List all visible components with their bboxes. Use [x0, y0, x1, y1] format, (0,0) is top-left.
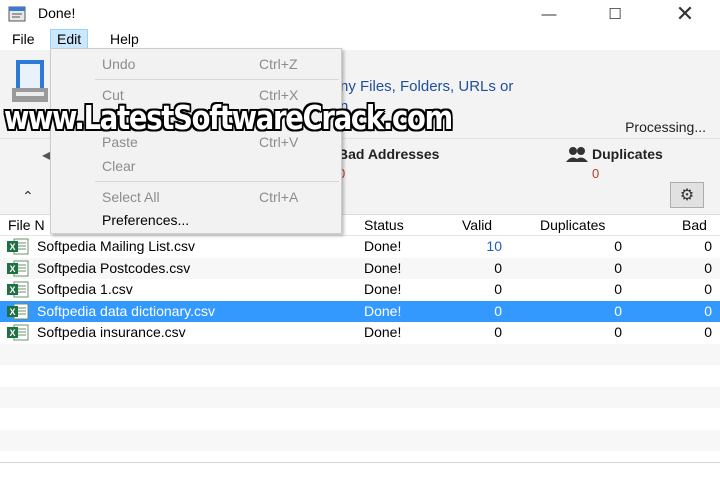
duplicates-count-cell: 0: [614, 238, 622, 254]
excel-file-icon: X: [7, 303, 29, 320]
svg-text:X: X: [9, 264, 15, 274]
empty-row: [0, 365, 720, 387]
maximize-button[interactable]: ☐: [592, 0, 638, 28]
bad-addresses-label: Bad Addresses: [338, 146, 440, 162]
title-bar: Done! — ☐ ✕: [0, 0, 720, 28]
menu-select-all-shortcut: Ctrl+A: [259, 189, 299, 205]
watermark-text: www.LatestSoftwareCrack.com: [4, 98, 453, 137]
svg-text:X: X: [9, 307, 15, 317]
duplicates-count: 0: [592, 166, 600, 181]
status-cell: Done!: [364, 259, 402, 276]
menu-file[interactable]: File: [6, 29, 41, 49]
menu-preferences-label: Preferences...: [102, 212, 190, 228]
svg-text:X: X: [9, 242, 15, 252]
duplicates-label: Duplicates: [592, 146, 663, 162]
collapse-chevron-icon[interactable]: ⌃: [22, 188, 34, 205]
settings-button[interactable]: ⚙: [670, 182, 704, 208]
column-bad[interactable]: Bad: [682, 217, 707, 233]
menu-separator: [95, 79, 339, 80]
valid-count-cell: 0: [494, 302, 502, 319]
bad-count-cell: 0: [704, 324, 712, 340]
edit-menu-dropdown: Undo Ctrl+Z Cut Ctrl+X Paste Ctrl+V Clea…: [50, 48, 342, 234]
menu-select-all-label: Select All: [102, 189, 160, 205]
menu-undo-label: Undo: [102, 56, 136, 72]
status-cell: Done!: [364, 238, 402, 254]
close-button[interactable]: ✕: [662, 0, 708, 28]
menu-undo[interactable]: Undo Ctrl+Z: [51, 53, 341, 75]
menu-select-all[interactable]: Select All Ctrl+A: [51, 186, 341, 208]
table-row[interactable]: X Softpedia insurance.csv Done! 0 0 0: [0, 322, 720, 344]
users-icon: [566, 147, 588, 162]
column-file-name[interactable]: File N: [8, 217, 45, 233]
table-row[interactable]: X Softpedia Mailing List.csv Done! 10 0 0: [0, 236, 720, 258]
menu-separator: [95, 181, 339, 182]
excel-file-icon: X: [7, 260, 29, 277]
column-duplicates[interactable]: Duplicates: [540, 217, 605, 233]
empty-row: [0, 408, 720, 430]
excel-file-icon: X: [7, 324, 29, 341]
file-name-cell: Softpedia 1.csv: [37, 281, 133, 297]
menu-bar: File Edit Help: [0, 28, 720, 50]
duplicates-count-cell: 0: [614, 281, 622, 297]
valid-count-cell: 10: [486, 238, 502, 254]
menu-clear[interactable]: Clear: [51, 155, 341, 177]
column-valid[interactable]: Valid: [462, 217, 492, 233]
menu-preferences[interactable]: Preferences...: [51, 209, 341, 231]
duplicates-header: Duplicates: [566, 146, 663, 162]
status-cell: Done!: [364, 324, 402, 340]
bad-count-cell: 0: [704, 259, 712, 276]
menu-help[interactable]: Help: [104, 29, 145, 49]
bad-count-cell: 0: [704, 281, 712, 297]
svg-text:X: X: [9, 285, 15, 295]
results-table: File N Status Valid Duplicates Bad X Soft…: [0, 215, 720, 473]
bad-count-cell: 0: [704, 238, 712, 254]
menu-clear-label: Clear: [102, 158, 136, 174]
empty-row: [0, 429, 720, 451]
menu-undo-shortcut: Ctrl+Z: [259, 56, 298, 72]
app-icon: [8, 6, 26, 22]
table-row[interactable]: X Softpedia Postcodes.csv Done! 0 0 0: [0, 257, 720, 279]
file-name-cell: Softpedia Mailing List.csv: [37, 238, 195, 254]
status-cell: Done!: [364, 302, 402, 319]
column-status[interactable]: Status: [364, 217, 404, 233]
excel-file-icon: X: [7, 238, 29, 255]
empty-row: [0, 343, 720, 365]
minimize-button[interactable]: —: [526, 0, 572, 28]
duplicates-count-cell: 0: [614, 302, 622, 319]
empty-row: [0, 386, 720, 408]
window-title: Done!: [38, 5, 76, 21]
file-name-cell: Softpedia insurance.csv: [37, 324, 186, 340]
processing-status: Processing...: [625, 119, 706, 135]
duplicates-count-cell: 0: [614, 324, 622, 340]
status-cell: Done!: [364, 281, 402, 297]
valid-count-cell: 0: [494, 281, 502, 297]
drop-instructions[interactable]: ny Files, Folders, URLs or: [340, 78, 513, 95]
file-name-cell: Softpedia data dictionary.csv: [37, 302, 215, 319]
table-row[interactable]: X Softpedia 1.csv Done! 0 0 0: [0, 279, 720, 301]
menu-edit[interactable]: Edit: [50, 29, 89, 49]
file-name-cell: Softpedia Postcodes.csv: [37, 259, 191, 276]
table-row[interactable]: X Softpedia data dictionary.csv Done! 0 0 0: [0, 300, 720, 322]
status-divider: [0, 462, 720, 463]
valid-count-cell: 0: [494, 259, 502, 276]
valid-count-cell: 0: [494, 324, 502, 340]
gear-icon: ⚙: [679, 187, 695, 204]
duplicates-count-cell: 0: [614, 259, 622, 276]
svg-text:X: X: [9, 328, 15, 338]
bad-count-cell: 0: [704, 302, 712, 319]
excel-file-icon: X: [7, 281, 29, 298]
